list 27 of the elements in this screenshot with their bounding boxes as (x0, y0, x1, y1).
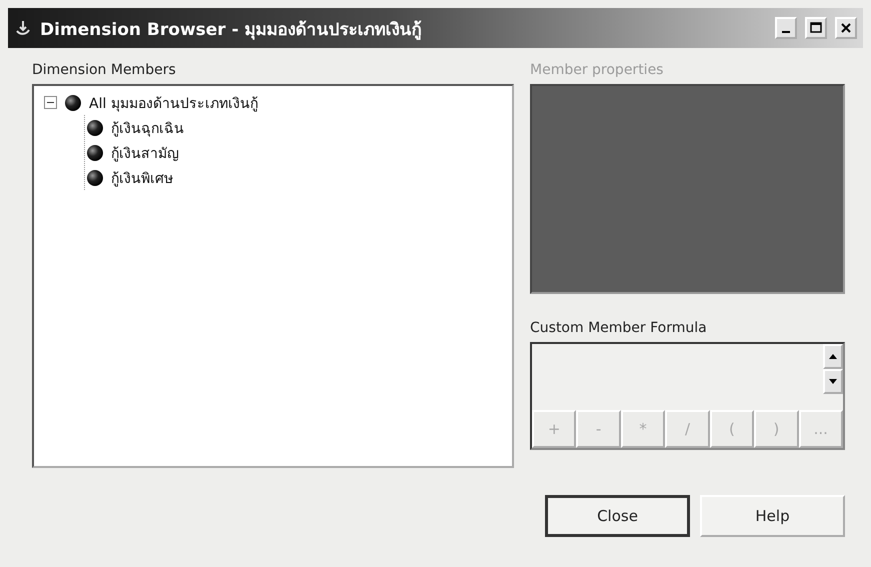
sphere-icon (85, 142, 105, 162)
tree-item[interactable]: กู้เงินสามัญ (111, 142, 179, 164)
app-icon (14, 19, 32, 37)
sphere-icon (63, 92, 83, 112)
close-icon (840, 22, 852, 34)
window-title: Dimension Browser - มุมมองด้านประเภทเงินกู้ (40, 18, 423, 42)
sphere-icon (85, 168, 105, 188)
collapse-button[interactable] (44, 96, 57, 109)
tree-item[interactable]: กู้เงินฉุกเฉิน (111, 116, 184, 138)
tree-item[interactable]: กู้เงินพิเศษ (111, 166, 173, 188)
dialog-button[interactable]: Close (545, 495, 690, 537)
minimize-button[interactable] (775, 17, 797, 39)
down-arrow-icon (829, 379, 837, 384)
maximize-button[interactable] (805, 17, 827, 39)
sphere-icon (85, 118, 105, 138)
dimension-members-label: Dimension Members (32, 62, 177, 78)
scroll-down-button[interactable] (823, 369, 843, 394)
close-button[interactable] (835, 17, 857, 39)
minimize-icon (782, 31, 790, 33)
maximize-icon (810, 22, 822, 34)
member-properties-label: Member properties (530, 62, 664, 78)
tree-item[interactable]: All มุมมองด้านประเภทเงินกู้ (89, 92, 258, 114)
up-arrow-icon (829, 354, 837, 359)
scroll-up-button[interactable] (823, 344, 843, 369)
dimension-tree[interactable]: All มุมมองด้านประเภทเงินกู้ กู้เงินฉุกเฉิน กู้เงินสามัญ กู้เงินพิเศษ (32, 84, 514, 468)
custom-member-formula-label: Custom Member Formula (530, 320, 708, 336)
dialog-button[interactable]: Help (700, 495, 845, 537)
